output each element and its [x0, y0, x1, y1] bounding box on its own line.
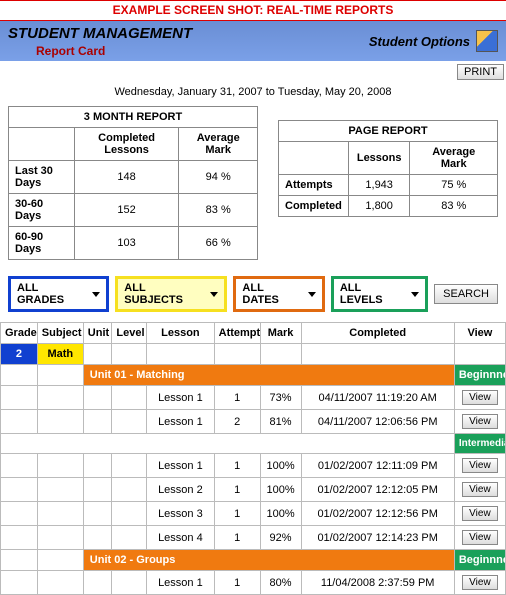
- table-row: Lesson 4 1 92% 01/02/2007 12:14:23 PM Vi…: [1, 526, 506, 550]
- grade-cell: 2: [1, 344, 38, 365]
- view-button[interactable]: View: [462, 575, 498, 590]
- table-row: Lesson 1 2 81% 04/11/2007 12:06:56 PM Vi…: [1, 410, 506, 434]
- filter-grades[interactable]: ALL GRADES: [8, 276, 109, 312]
- table-row: Lesson 3 1 100% 01/02/2007 12:12:56 PM V…: [1, 502, 506, 526]
- table-row: Lesson 2 1 100% 01/02/2007 12:12:05 PM V…: [1, 478, 506, 502]
- chevron-down-icon: [92, 292, 100, 297]
- page-report-table: PAGE REPORT Lessons Average Mark Attempt…: [278, 120, 498, 217]
- level-badge-beginner: Beginnner: [454, 365, 505, 386]
- month-report-title: 3 MONTH REPORT: [9, 107, 258, 128]
- unit-header: Unit 02 - Groups: [83, 550, 454, 571]
- print-button[interactable]: PRINT: [457, 64, 504, 80]
- app-title: STUDENT MANAGEMENT: [8, 25, 369, 42]
- results-grid: Grade Subject Unit Level Lesson Attempt …: [0, 322, 506, 595]
- student-options-link[interactable]: Student Options: [369, 34, 470, 49]
- filter-levels[interactable]: ALL LEVELS: [331, 276, 428, 312]
- level-badge-intermediate: Intermediate: [454, 434, 505, 454]
- subject-cell: Math: [37, 344, 83, 365]
- page-subtitle: Report Card: [36, 44, 369, 58]
- date-range: Wednesday, January 31, 2007 to Tuesday, …: [0, 80, 506, 106]
- view-button[interactable]: View: [462, 506, 498, 521]
- example-banner: EXAMPLE SCREEN SHOT: REAL-TIME REPORTS: [0, 0, 506, 21]
- chevron-down-icon: [210, 292, 218, 297]
- search-button[interactable]: SEARCH: [434, 284, 498, 304]
- chevron-down-icon: [411, 292, 419, 297]
- unit-header: Unit 01 - Matching: [83, 365, 454, 386]
- view-button[interactable]: View: [462, 530, 498, 545]
- page-report-title: PAGE REPORT: [279, 121, 498, 142]
- chevron-down-icon: [308, 292, 316, 297]
- view-button[interactable]: View: [462, 482, 498, 497]
- header-bar: STUDENT MANAGEMENT Report Card Student O…: [0, 21, 506, 61]
- level-badge-beginner: Beginnner: [454, 550, 505, 571]
- view-button[interactable]: View: [462, 390, 498, 405]
- table-row: Lesson 1 1 80% 11/04/2008 2:37:59 PM Vie…: [1, 571, 506, 595]
- filter-subjects[interactable]: ALL SUBJECTS: [115, 276, 227, 312]
- view-button[interactable]: View: [462, 458, 498, 473]
- three-month-report-table: 3 MONTH REPORT Completed Lessons Average…: [8, 106, 258, 260]
- table-row: Lesson 1 1 73% 04/11/2007 11:19:20 AM Vi…: [1, 386, 506, 410]
- table-row: Lesson 1 1 100% 01/02/2007 12:11:09 PM V…: [1, 454, 506, 478]
- view-button[interactable]: View: [462, 414, 498, 429]
- filter-bar: ALL GRADES ALL SUBJECTS ALL DATES ALL LE…: [0, 270, 506, 322]
- filter-dates[interactable]: ALL DATES: [233, 276, 324, 312]
- options-icon[interactable]: [476, 30, 498, 52]
